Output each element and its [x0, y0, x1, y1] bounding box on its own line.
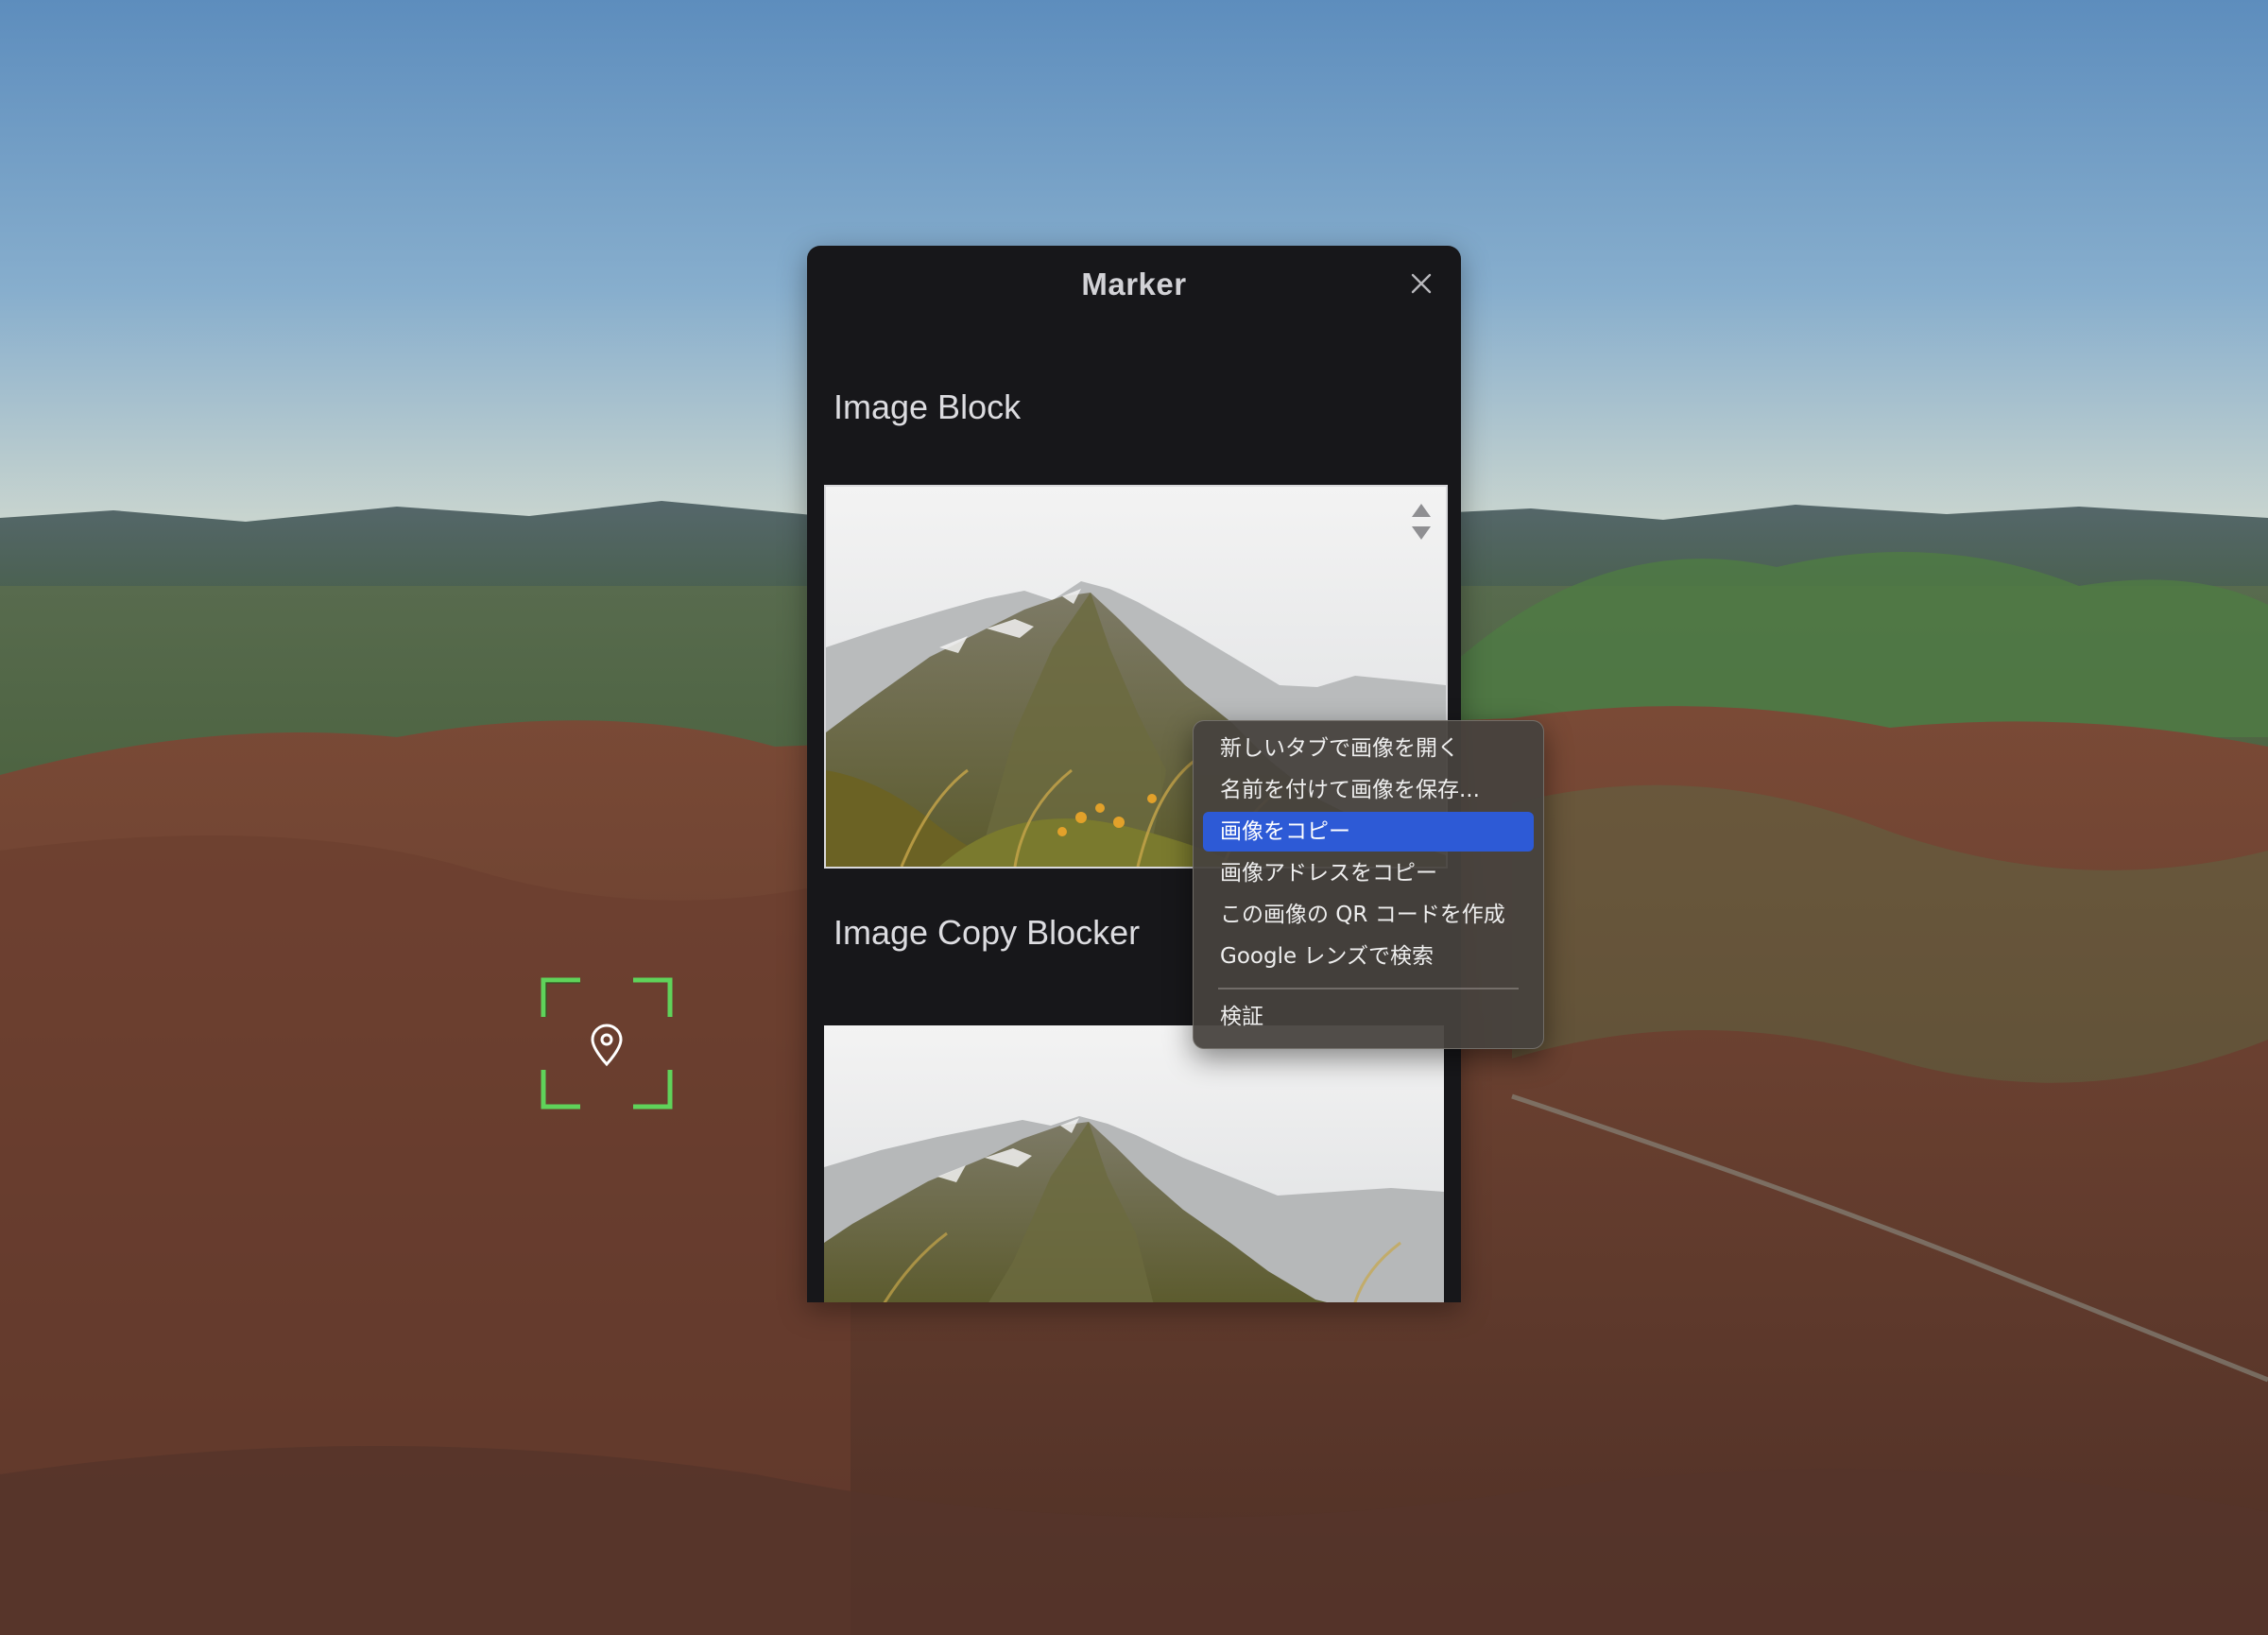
image-copy-blocker-image[interactable]: [824, 1025, 1444, 1302]
mountain-photo: [824, 1025, 1444, 1302]
map-pin-icon: [591, 1024, 623, 1067]
close-icon: [1411, 273, 1432, 294]
menu-item-open-image-new-tab[interactable]: 新しいタブで画像を開く: [1203, 729, 1534, 768]
stepper-arrows-icon[interactable]: [1410, 500, 1433, 543]
map-marker[interactable]: [541, 977, 673, 1110]
menu-item-save-image-as[interactable]: 名前を付けて画像を保存...: [1203, 770, 1534, 810]
section-heading-image-copy-blocker: Image Copy Blocker: [833, 913, 1141, 952]
map-3d-view[interactable]: Marker Image Block Image Copy Blocker 新し…: [0, 0, 2268, 1635]
section-heading-image-block: Image Block: [833, 387, 1022, 426]
menu-item-copy-image-address[interactable]: 画像アドレスをコピー: [1203, 853, 1534, 893]
menu-item-inspect[interactable]: 検証: [1203, 997, 1534, 1037]
menu-separator: [1218, 988, 1519, 990]
menu-item-create-qr-code[interactable]: この画像の QR コードを作成: [1203, 895, 1534, 935]
panel-title: Marker: [1081, 267, 1187, 301]
menu-item-search-google-lens[interactable]: Google レンズで検索: [1203, 937, 1534, 976]
close-button[interactable]: [1402, 265, 1440, 302]
menu-item-copy-image[interactable]: 画像をコピー: [1203, 812, 1534, 852]
context-menu: 新しいタブで画像を開く 名前を付けて画像を保存... 画像をコピー 画像アドレス…: [1193, 720, 1544, 1049]
